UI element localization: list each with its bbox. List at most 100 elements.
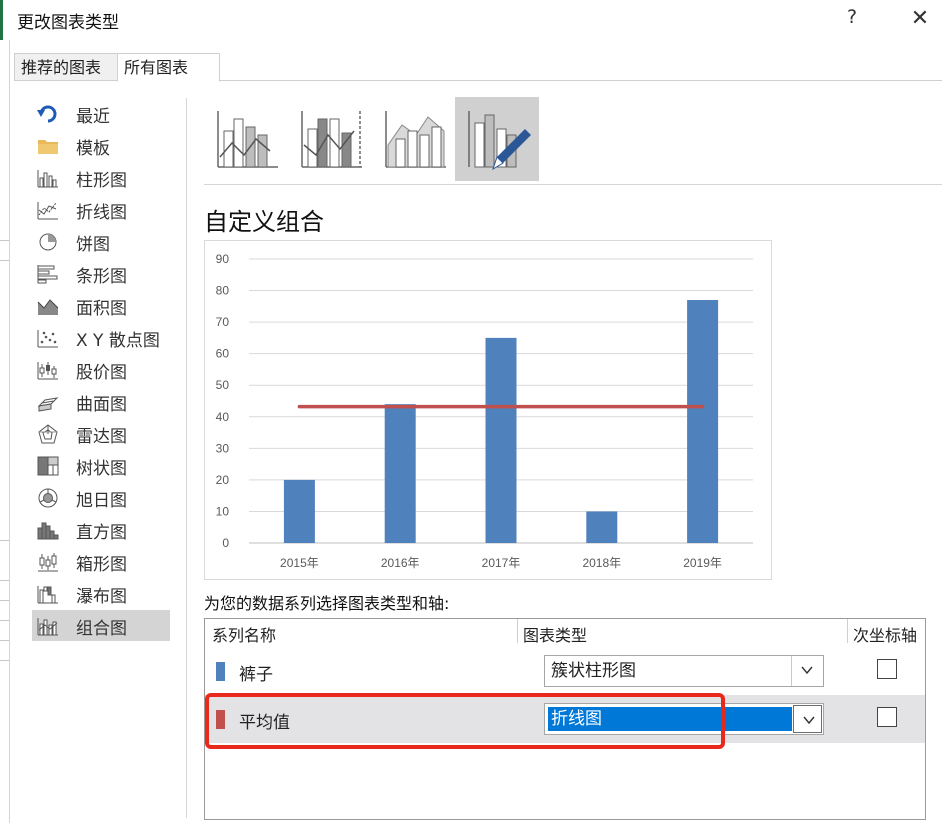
- chart-type-item-treemap-chart[interactable]: 树状图: [32, 450, 170, 481]
- bar-2018年: [586, 511, 618, 543]
- series-color-swatch: [216, 710, 225, 729]
- chart-type-item-scatter-chart[interactable]: X Y 散点图: [32, 322, 170, 353]
- chart-type-item-histogram-chart[interactable]: 直方图: [32, 514, 170, 545]
- chevron-down-icon: [801, 666, 813, 675]
- y-tick-label: 70: [216, 315, 230, 329]
- change-chart-type-dialog: 更改图表类型 ? ✕ 推荐的图表 所有图表 最近 模板 柱形图 折线图 饼图 条形图 面积图…: [0, 0, 942, 823]
- sunburst-chart-icon: [38, 488, 58, 508]
- pane-divider: [186, 98, 187, 818]
- y-tick-label: 60: [216, 347, 230, 361]
- box-whisker-chart-icon: [38, 553, 58, 572]
- secondary-axis-checkbox[interactable]: [877, 659, 897, 679]
- chart-type-label: 模板: [76, 139, 110, 159]
- chart-type-item-surface-chart[interactable]: 曲面图: [32, 386, 170, 417]
- chart-type-label: 面积图: [76, 299, 127, 319]
- y-tick-label: 30: [216, 441, 230, 455]
- chart-type-label: X Y 散点图: [76, 331, 160, 351]
- chart-type-label: 曲面图: [76, 395, 127, 415]
- combo-chart: 0 10 20 30 40 50 60 70 80 90 2015年 2016年 2017年 2018年 2…: [216, 252, 753, 570]
- subtype-stacked-area-clustered-column[interactable]: [374, 97, 458, 181]
- dropdown-button[interactable]: [791, 656, 823, 686]
- chart-type-item-waterfall-chart[interactable]: 瀑布图: [32, 578, 170, 609]
- stock-chart-icon: [37, 362, 58, 380]
- chart-type-label: 最近: [76, 107, 110, 127]
- column-chart-icon: [37, 170, 58, 188]
- help-button[interactable]: ?: [840, 6, 864, 32]
- x-tick-label: 2019年: [683, 556, 722, 570]
- series-row-average[interactable]: 平均值 折线图: [205, 695, 925, 743]
- chart-type-item-combo-chart[interactable]: 组合图: [32, 610, 170, 641]
- combo-chart-icon: [37, 618, 58, 636]
- series-color-swatch: [216, 662, 225, 681]
- background-window-edge: [0, 40, 10, 823]
- histogram-chart-icon: [37, 522, 59, 540]
- title-bar: 更改图表类型 ? ✕: [0, 0, 942, 40]
- chart-type-label: 箱形图: [76, 555, 127, 575]
- header-secondary-axis: 次坐标轴: [853, 626, 918, 645]
- custom-combination-icon: [468, 111, 531, 171]
- chart-type-label: 树状图: [76, 459, 127, 479]
- close-button[interactable]: ✕: [906, 6, 934, 32]
- radar-chart-icon: [38, 424, 58, 444]
- x-tick-label: 2017年: [482, 556, 521, 570]
- chart-type-item-area-chart[interactable]: 面积图: [32, 290, 170, 321]
- chart-type-item-recent[interactable]: 最近: [32, 98, 170, 129]
- clustered-column-line-icon: [217, 111, 278, 168]
- bar-2017年: [485, 337, 517, 543]
- tab-recommended-charts[interactable]: 推荐的图表: [14, 53, 118, 81]
- series-grid-header: 系列名称 图表类型 次坐标轴: [205, 619, 925, 647]
- x-tick-label: 2015年: [280, 556, 319, 570]
- chart-type-label: 直方图: [76, 523, 127, 543]
- chart-type-label: 折线图: [76, 203, 127, 223]
- treemap-chart-icon: [37, 456, 59, 476]
- header-separator: [847, 619, 848, 643]
- clustered-column-line-secondary-axis-icon: [301, 111, 362, 168]
- stacked-area-clustered-column-icon: [385, 111, 446, 168]
- series-name: 平均值: [239, 713, 290, 733]
- x-tick-label: 2018年: [582, 556, 621, 570]
- chart-type-item-pie-chart[interactable]: 饼图: [32, 226, 170, 257]
- chart-type-item-box-whisker-chart[interactable]: 箱形图: [32, 546, 170, 577]
- tab-all-charts[interactable]: 所有图表: [117, 53, 220, 82]
- chart-type-item-radar-chart[interactable]: 雷达图: [32, 418, 170, 449]
- chart-type-item-column-chart[interactable]: 柱形图: [32, 162, 170, 193]
- area-chart-icon: [37, 299, 59, 315]
- chart-preview: 0 10 20 30 40 50 60 70 80 90 2015年 2016年 2017年 2018年 2…: [204, 240, 772, 580]
- chart-type-item-bar-chart[interactable]: 条形图: [32, 258, 170, 289]
- folder-icon: [38, 140, 58, 154]
- series-row-pants[interactable]: 裤子 簇状柱形图: [205, 647, 925, 695]
- chart-type-label: 条形图: [76, 267, 127, 287]
- line-chart-icon: [37, 202, 58, 220]
- chart-type-label: 瀑布图: [76, 587, 127, 607]
- chart-type-dropdown-value: 折线图: [548, 707, 792, 731]
- chart-type-item-line-chart[interactable]: 折线图: [32, 194, 170, 225]
- recent-icon: [37, 105, 57, 123]
- y-tick-label: 50: [216, 378, 230, 392]
- chart-type-label: 雷达图: [76, 427, 127, 447]
- subtype-clustered-column-line-secondary[interactable]: [290, 97, 374, 181]
- chart-type-dropdown[interactable]: 簇状柱形图: [544, 655, 824, 687]
- scatter-chart-icon: [37, 330, 58, 348]
- series-name: 裤子: [239, 665, 273, 685]
- header-separator: [517, 619, 518, 643]
- subtype-clustered-column-line[interactable]: [206, 97, 290, 181]
- chart-type-item-stock-chart[interactable]: 股价图: [32, 354, 170, 385]
- subtype-custom-combination[interactable]: [455, 97, 539, 181]
- bar-chart-icon: [37, 265, 58, 284]
- surface-chart-icon: [37, 397, 59, 412]
- series-instruction: 为您的数据系列选择图表类型和轴:: [204, 594, 450, 613]
- y-tick-label: 20: [216, 473, 230, 487]
- chart-type-item-folder[interactable]: 模板: [32, 130, 170, 161]
- chart-type-label: 柱形图: [76, 171, 127, 191]
- chart-type-label: 组合图: [76, 619, 127, 639]
- chart-type-label: 饼图: [76, 235, 110, 255]
- header-chart-type: 图表类型: [523, 626, 588, 645]
- secondary-axis-checkbox[interactable]: [877, 707, 897, 727]
- chart-type-label: 股价图: [76, 363, 127, 383]
- chart-type-dropdown[interactable]: 折线图: [544, 703, 824, 735]
- chart-type-item-sunburst-chart[interactable]: 旭日图: [32, 482, 170, 513]
- y-tick-label: 80: [216, 284, 230, 298]
- y-tick-label: 10: [216, 504, 230, 518]
- chart-type-dropdown-value: 簇状柱形图: [551, 661, 636, 681]
- dropdown-button[interactable]: [793, 705, 822, 733]
